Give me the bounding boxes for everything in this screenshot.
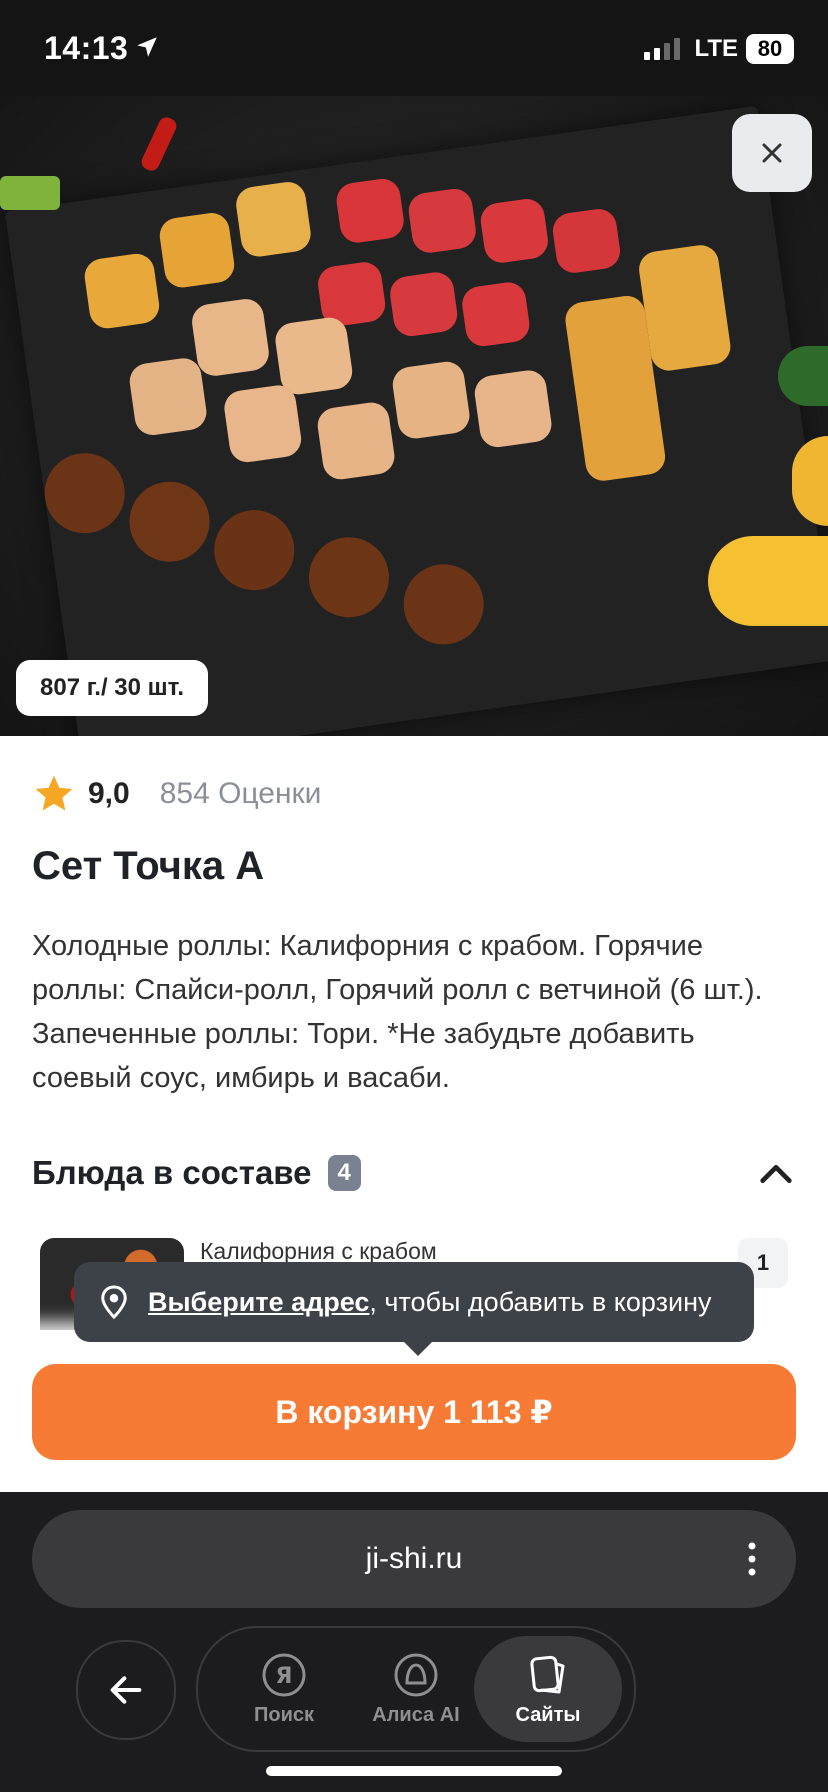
composition-count-badge: 4: [327, 1155, 361, 1191]
slate-board: [4, 105, 828, 736]
url-text: ji-shi.ru: [365, 1542, 463, 1575]
weight-badge: 807 г./ 30 шт.: [16, 660, 208, 716]
star-icon: [35, 775, 73, 811]
battery-level: 80: [746, 34, 794, 64]
tab-sites-label: Сайты: [515, 1703, 581, 1726]
tab-sites[interactable]: Сайты: [474, 1636, 622, 1742]
tab-search[interactable]: Я Поиск: [210, 1636, 358, 1742]
product-title: Сет Точка А: [32, 844, 265, 888]
dish-name[interactable]: Калифорния с крабом: [200, 1238, 437, 1265]
more-vertical-icon[interactable]: [748, 1542, 756, 1576]
rating-value: 9,0: [88, 777, 130, 810]
yandex-icon: Я: [262, 1653, 306, 1696]
address-tooltip[interactable]: Выберите адрес, чтобы добавить в корзину: [74, 1262, 754, 1356]
status-bar: 14:13 LTE 80: [0, 0, 828, 96]
browser-toolbar: ji-shi.ru Я Поиск Алиса AI Сайты: [0, 1492, 828, 1792]
tab-alice[interactable]: Алиса AI: [342, 1636, 490, 1742]
close-button[interactable]: [732, 114, 812, 192]
composition-title: Блюда в составе: [32, 1154, 312, 1191]
tab-search-label: Поиск: [253, 1703, 315, 1726]
signal-icon: [644, 38, 681, 60]
add-to-cart-button[interactable]: В корзину 1 113 ₽: [32, 1364, 796, 1460]
rating-row: 9,0 854 Оценки: [32, 772, 321, 816]
sites-icon: [530, 1655, 565, 1693]
select-address-link[interactable]: Выберите адрес: [148, 1287, 369, 1317]
product-description: Холодные роллы: Калифорния с крабом. Гор…: [32, 930, 763, 1094]
composition-header[interactable]: Блюда в составе 4: [32, 1154, 796, 1192]
tooltip-tail: [402, 1340, 434, 1356]
svg-text:Я: Я: [276, 1664, 293, 1689]
product-image: 807 г./ 30 шт.: [0, 96, 828, 736]
tooltip-suffix: , чтобы добавить в корзину: [369, 1286, 712, 1317]
location-arrow-icon: [137, 37, 157, 57]
tab-alice-label: Алиса AI: [372, 1703, 460, 1726]
status-indicators: LTE 80: [644, 34, 794, 64]
location-pin-icon: [101, 1285, 127, 1320]
chevron-up-icon[interactable]: [756, 1154, 796, 1194]
back-button[interactable]: [76, 1640, 176, 1740]
close-icon: [762, 143, 782, 163]
alice-icon: [394, 1653, 438, 1696]
rating-count[interactable]: 854 Оценки: [160, 777, 322, 811]
home-indicator[interactable]: [266, 1766, 562, 1776]
status-time: 14:13: [44, 30, 129, 66]
browser-tabs: Я Поиск Алиса AI Сайты: [196, 1626, 636, 1752]
arrow-left-icon: [110, 1676, 142, 1704]
network-type: LTE: [694, 35, 738, 62]
address-bar[interactable]: ji-shi.ru: [32, 1510, 796, 1608]
tooltip-text: Выберите адрес, чтобы добавить в корзину: [148, 1287, 711, 1318]
